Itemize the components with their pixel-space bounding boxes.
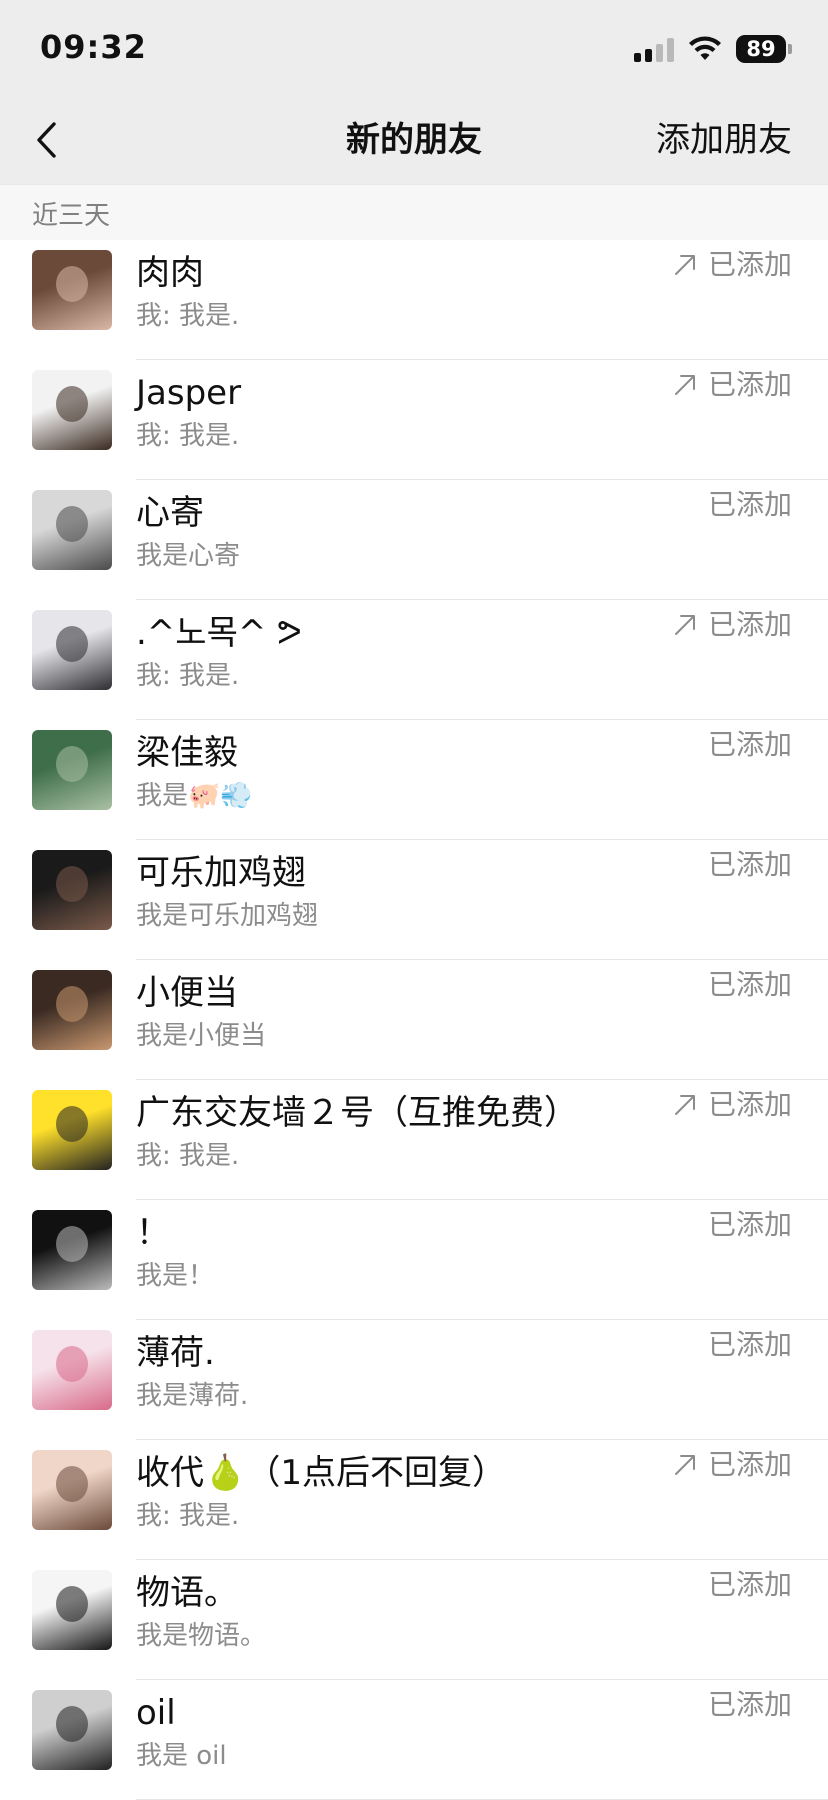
friend-name: 可乐加鸡翅	[136, 853, 306, 893]
friend-name: 广东交友墙２号（互推免费）	[136, 1093, 578, 1133]
arrow-up-right-icon	[674, 1455, 695, 1475]
friend-message: 我是可乐加鸡翅	[136, 901, 319, 931]
section-header: 近三天	[0, 184, 828, 242]
friend-row[interactable]: .^노목^ ᕗ 我: 我是. 已添加	[0, 600, 828, 720]
friend-name: 心寄	[136, 493, 204, 533]
friend-row[interactable]: 薄荷. 我是薄荷. 已添加	[0, 1320, 828, 1440]
added-status: 已添加	[708, 966, 792, 1004]
friend-message: 我是 oil	[136, 1741, 227, 1771]
battery-level: 89	[736, 35, 786, 63]
friend-message: 我是🐖💨	[136, 781, 253, 811]
avatar[interactable]	[32, 370, 112, 450]
section-label: 近三天	[32, 201, 111, 231]
friend-message: 我是小便当	[136, 1021, 267, 1051]
arrow-up-right-icon	[674, 375, 695, 395]
added-status-label: 已添加	[707, 1088, 792, 1121]
friend-message: 我是！	[136, 1261, 215, 1291]
added-status-label: 已添加	[707, 248, 792, 281]
friend-message: 我是心寄	[136, 541, 241, 571]
friend-message: 我是薄荷.	[136, 1381, 249, 1411]
added-status-label: 已添加	[707, 1568, 792, 1601]
friend-name: 小便当	[136, 973, 238, 1013]
friend-row[interactable]: 收代🍐（1点后不回复） 我: 我是. 已添加	[0, 1440, 828, 1560]
friend-message: 我: 我是.	[136, 301, 240, 331]
friend-name: 收代🍐（1点后不回复）	[136, 1453, 506, 1493]
friend-name: oil	[136, 1693, 176, 1733]
friend-name: 梁佳毅	[136, 733, 238, 773]
friend-row[interactable]: 广东交友墙２号（互推免费） 我: 我是. 已添加	[0, 1080, 828, 1200]
friend-row[interactable]: 梁佳毅我是🐖💨 已添加	[0, 720, 828, 840]
top-bar: 09:32 89 新的朋友 添加朋友	[0, 0, 828, 184]
status-time: 09:32	[40, 28, 147, 66]
friend-name: 物语。	[136, 1573, 238, 1613]
avatar[interactable]	[32, 490, 112, 570]
friend-name: ！	[136, 1213, 170, 1253]
friend-row[interactable]: 心寄我是心寄 已添加	[0, 480, 828, 600]
added-status-label: 已添加	[707, 608, 792, 641]
avatar[interactable]	[32, 1330, 112, 1410]
added-status-label: 已添加	[707, 1208, 792, 1241]
added-status-label: 已添加	[707, 368, 792, 401]
friend-message: 我: 我是.	[136, 661, 240, 691]
friend-name: 薄荷.	[136, 1333, 215, 1373]
added-status-label: 已添加	[707, 848, 792, 881]
friend-row[interactable]: 物语。我是物语。 已添加	[0, 1560, 828, 1680]
friend-message: 我: 我是.	[136, 1501, 240, 1531]
friend-message: 我: 我是.	[136, 421, 240, 451]
avatar[interactable]	[32, 1570, 112, 1650]
added-status: 已添加	[708, 1206, 792, 1244]
arrow-up-right-icon	[674, 255, 695, 275]
added-status: 已添加	[708, 1686, 792, 1724]
avatar[interactable]	[32, 1690, 112, 1770]
added-status: 已添加	[708, 726, 792, 764]
added-status-label: 已添加	[707, 1688, 792, 1721]
added-status: 已添加	[672, 366, 792, 404]
added-status-label: 已添加	[707, 1328, 792, 1361]
arrow-up-right-icon	[674, 1095, 695, 1115]
wifi-icon	[689, 36, 721, 60]
friend-message: 我是物语。	[136, 1621, 267, 1651]
added-status: 已添加	[672, 606, 792, 644]
added-status-label: 已添加	[707, 488, 792, 521]
added-status: 已添加	[708, 486, 792, 524]
added-status-label: 已添加	[707, 728, 792, 761]
added-status: 已添加	[672, 1446, 792, 1484]
avatar[interactable]	[32, 610, 112, 690]
friend-name: 肉肉	[136, 253, 204, 293]
added-status: 已添加	[708, 1566, 792, 1604]
avatar[interactable]	[32, 1450, 112, 1530]
added-status-label: 已添加	[707, 968, 792, 1001]
avatar[interactable]	[32, 1210, 112, 1290]
arrow-up-right-icon	[674, 615, 695, 635]
friend-name: Jasper	[136, 373, 242, 413]
added-status: 已添加	[708, 1326, 792, 1364]
added-status: 已添加	[672, 1086, 792, 1124]
friend-name: .^노목^ ᕗ	[136, 613, 302, 653]
friend-row[interactable]: oil 我是 oil 已添加	[0, 1680, 828, 1800]
cellular-signal-icon	[634, 36, 674, 62]
added-status: 已添加	[672, 246, 792, 284]
avatar[interactable]	[32, 970, 112, 1050]
status-icons: 89	[634, 32, 792, 66]
battery-icon: 89	[736, 35, 792, 63]
avatar[interactable]	[32, 1090, 112, 1170]
avatar[interactable]	[32, 850, 112, 930]
friend-message: 我: 我是.	[136, 1141, 240, 1171]
avatar[interactable]	[32, 730, 112, 810]
friend-row[interactable]: Jasper 我: 我是. 已添加	[0, 360, 828, 480]
friend-row[interactable]: 肉肉我: 我是. 已添加	[0, 240, 828, 360]
avatar[interactable]	[32, 250, 112, 330]
friend-list: 肉肉 我: 我是. 已添加 Jasper 我: 我是. 已添加 心寄 我是心寄 已添加 .^노목^…	[0, 240, 828, 1800]
add-friend-button[interactable]: 添加朋友	[656, 118, 792, 162]
added-status-label: 已添加	[707, 1448, 792, 1481]
added-status: 已添加	[708, 846, 792, 884]
friend-row[interactable]: ！ 我是！ 已添加	[0, 1200, 828, 1320]
friend-row[interactable]: 小便当我是小便当 已添加	[0, 960, 828, 1080]
friend-row[interactable]: 可乐加鸡翅我是可乐加鸡翅 已添加	[0, 840, 828, 960]
